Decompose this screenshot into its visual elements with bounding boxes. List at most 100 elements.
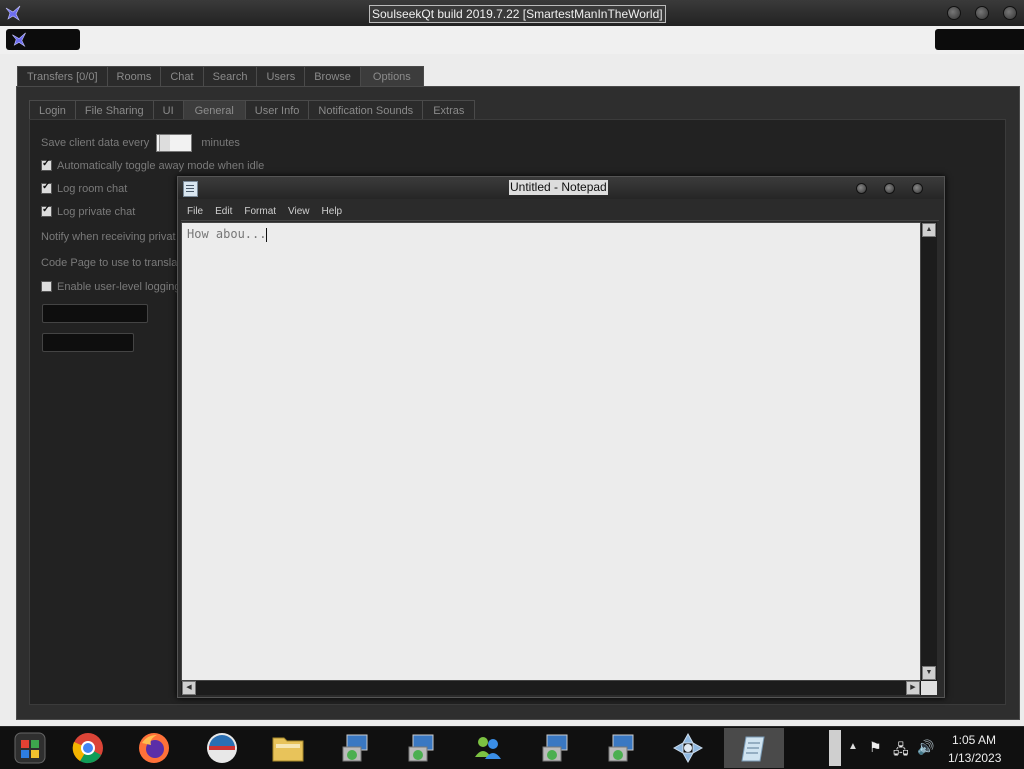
- vertical-scrollbar[interactable]: ▲ ▼: [921, 222, 937, 681]
- log-private-label: Log private chat: [57, 206, 136, 218]
- notepad-maximize-button[interactable]: [884, 183, 895, 194]
- tab-options[interactable]: Options: [359, 66, 424, 86]
- soulseek-toolbar: [0, 26, 1024, 55]
- option-button-1[interactable]: [42, 304, 148, 323]
- start-orb-icon: [14, 732, 46, 764]
- installer-icon: [408, 734, 434, 762]
- taskbar: ▲ ⚑ 🖧 🔊 1:05 AM 1/13/2023: [0, 726, 1024, 769]
- installer-icon: [542, 734, 568, 762]
- scroll-up-icon[interactable]: ▲: [922, 223, 936, 237]
- notify-label: Notify when receiving privat: [41, 231, 176, 243]
- messenger-users-icon: [475, 737, 501, 759]
- save-interval-spinbox[interactable]: 60: [156, 134, 193, 152]
- menu-format[interactable]: Format: [238, 206, 282, 217]
- notepad-minimize-button[interactable]: [856, 183, 867, 194]
- log-private-checkbox[interactable]: [41, 204, 52, 217]
- maximize-button[interactable]: [975, 6, 989, 20]
- subtab-general[interactable]: General: [182, 100, 246, 120]
- installer-button-3[interactable]: [526, 728, 586, 768]
- installer-icon: [608, 734, 634, 762]
- menu-view[interactable]: View: [282, 206, 316, 217]
- installer-button-1[interactable]: [326, 728, 386, 768]
- menu-help[interactable]: Help: [316, 206, 349, 217]
- firefox-icon: [139, 733, 169, 763]
- text-caret: [266, 227, 268, 242]
- firefox-button[interactable]: [124, 728, 184, 768]
- installer-button-4[interactable]: [592, 728, 652, 768]
- folder-icon: [272, 737, 304, 762]
- user-logging-label: Enable user-level logging: [57, 281, 181, 293]
- save-data-unit: minutes: [201, 136, 240, 149]
- subtab-ui[interactable]: UI: [152, 100, 184, 120]
- subtab-file-sharing[interactable]: File Sharing: [74, 100, 154, 120]
- log-room-checkbox[interactable]: [41, 181, 52, 194]
- log-private-option[interactable]: Log private chat: [41, 204, 136, 218]
- tab-chat[interactable]: Chat: [160, 66, 204, 86]
- auto-away-checkbox[interactable]: [41, 158, 52, 171]
- network-icon[interactable]: 🖧: [893, 739, 909, 763]
- notepad-text-area[interactable]: How abou...: [181, 222, 921, 681]
- opera-button[interactable]: [192, 728, 252, 768]
- scroll-down-icon[interactable]: ▼: [922, 666, 936, 680]
- notepad-close-button[interactable]: [912, 183, 923, 194]
- action-center-flag-icon[interactable]: ⚑: [869, 739, 882, 756]
- tab-users[interactable]: Users: [256, 66, 306, 86]
- soulseek-bird-icon: [5, 5, 21, 21]
- opera-icon: [207, 733, 237, 763]
- close-button[interactable]: [1003, 6, 1017, 20]
- option-button-2[interactable]: [42, 333, 134, 352]
- subtab-extras[interactable]: Extras: [422, 100, 476, 120]
- notepad-title: Untitled - Notepad: [509, 180, 608, 195]
- spinbox-arrows-icon[interactable]: [159, 135, 171, 151]
- resize-grip-icon[interactable]: [921, 681, 937, 695]
- scroll-right-icon[interactable]: ▶: [906, 681, 920, 695]
- start-orb-button[interactable]: [0, 728, 60, 768]
- file-explorer-button[interactable]: [258, 728, 318, 768]
- soulseek-bird-icon: [12, 32, 26, 47]
- chrome-button[interactable]: [58, 728, 118, 768]
- notepad-menubar: File Edit Format View Help: [181, 203, 939, 221]
- menu-edit[interactable]: Edit: [209, 206, 238, 217]
- volume-icon[interactable]: 🔊: [917, 739, 934, 756]
- tab-rooms[interactable]: Rooms: [106, 66, 162, 86]
- scroll-left-icon[interactable]: ◀: [182, 681, 196, 695]
- notepad-taskbar-button[interactable]: [724, 728, 784, 768]
- subtab-login[interactable]: Login: [29, 100, 76, 120]
- options-subtabs: Login File Sharing UI General User Info …: [29, 100, 476, 120]
- status-button[interactable]: [935, 29, 1024, 50]
- soulseek-titlebar[interactable]: SoulseekQt build 2019.7.22 [SmartestManI…: [0, 0, 1024, 26]
- horizontal-scrollbar[interactable]: ◀ ▶: [181, 681, 921, 695]
- joystick-icon: [672, 732, 704, 764]
- minimize-button[interactable]: [947, 6, 961, 20]
- installer-button-2[interactable]: [392, 728, 452, 768]
- save-data-row: Save client data every 60 minutes: [41, 134, 240, 152]
- clock-time[interactable]: 1:05 AM: [952, 733, 996, 747]
- auto-away-option[interactable]: Automatically toggle away mode when idle: [41, 158, 264, 172]
- notepad-icon: [741, 736, 765, 762]
- tab-search[interactable]: Search: [202, 66, 258, 86]
- tab-browse[interactable]: Browse: [304, 66, 361, 86]
- menu-file[interactable]: File: [181, 206, 209, 217]
- joystick-app-button[interactable]: [658, 728, 718, 768]
- show-hidden-icons-icon[interactable]: ▲: [848, 741, 858, 752]
- subtab-user-info[interactable]: User Info: [244, 100, 310, 120]
- chrome-icon: [72, 733, 103, 764]
- notepad-content: How abou...: [187, 227, 267, 241]
- clock-date[interactable]: 1/13/2023: [948, 751, 1001, 765]
- notepad-titlebar[interactable]: Untitled - Notepad: [178, 177, 944, 199]
- save-data-label: Save client data every: [41, 136, 150, 149]
- codepage-label: Code Page to use to transla: [41, 257, 178, 269]
- notepad-icon: [183, 181, 198, 197]
- tab-transfers[interactable]: Transfers [0/0]: [17, 66, 108, 86]
- log-room-label: Log room chat: [57, 183, 128, 195]
- messenger-button[interactable]: [458, 728, 518, 768]
- user-logging-option[interactable]: Enable user-level logging: [41, 280, 181, 293]
- subtab-notification-sounds[interactable]: Notification Sounds: [308, 100, 424, 120]
- user-logging-checkbox[interactable]: [41, 280, 52, 292]
- main-tabs: Transfers [0/0] Rooms Chat Search Users …: [17, 66, 424, 86]
- log-room-option[interactable]: Log room chat: [41, 181, 128, 195]
- installer-icon: [342, 734, 368, 762]
- taskbar-scroll-handle[interactable]: [829, 730, 841, 766]
- soulseek-menu-button[interactable]: [6, 29, 80, 50]
- notepad-window: Untitled - Notepad File Edit Format View…: [177, 176, 945, 698]
